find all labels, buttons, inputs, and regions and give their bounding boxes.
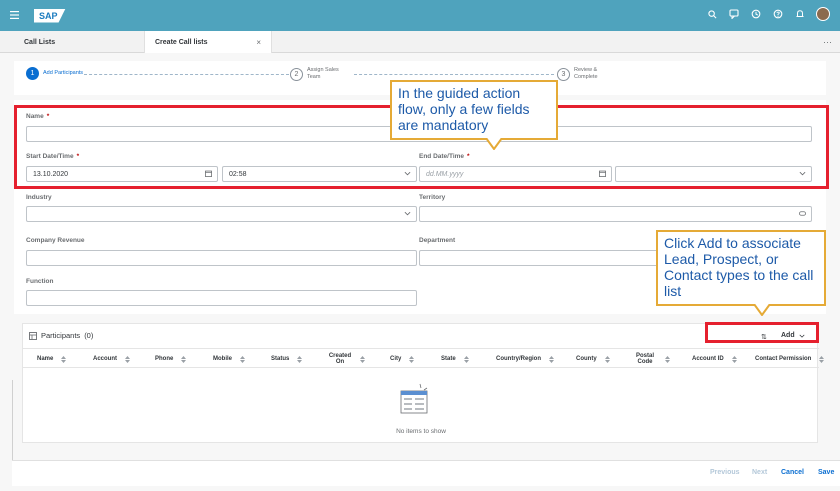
- notification-bell-icon[interactable]: [794, 8, 806, 20]
- callout-tail: [754, 304, 770, 316]
- sort-arrows-icon[interactable]: [360, 356, 365, 363]
- step-connector: [84, 74, 289, 75]
- column-header-county[interactable]: County: [576, 349, 597, 369]
- chevron-down-icon[interactable]: [404, 210, 411, 219]
- company-revenue-input[interactable]: [26, 250, 417, 266]
- previous-button[interactable]: Previous: [710, 469, 740, 476]
- user-avatar[interactable]: [816, 7, 830, 21]
- step-label: Add Participants: [43, 70, 84, 76]
- column-header-name[interactable]: Name: [37, 349, 53, 369]
- next-button[interactable]: Next: [752, 469, 767, 476]
- participants-icon: [29, 331, 37, 340]
- hamburger-menu-icon[interactable]: [10, 10, 26, 22]
- step-number: 2: [290, 67, 303, 81]
- territory-label: Territory: [419, 194, 446, 201]
- sort-arrows-icon[interactable]: [409, 356, 414, 363]
- page: SAP Call Lists Create Call lists × ··· 1…: [0, 0, 840, 491]
- shell-bar: SAP: [0, 0, 840, 31]
- close-icon[interactable]: ×: [256, 38, 261, 47]
- column-header-account-id[interactable]: Account ID: [692, 349, 724, 369]
- participants-count: (0): [84, 331, 94, 340]
- column-header-account[interactable]: Account: [93, 349, 117, 369]
- company-revenue-label: Company Revenue: [26, 237, 85, 244]
- no-items-text: No items to show: [396, 428, 446, 435]
- participants-panel: Participants (0) ⇅ Add Name Account Phon…: [22, 323, 824, 443]
- sort-arrows-icon[interactable]: [181, 356, 186, 363]
- value-help-icon[interactable]: [799, 210, 806, 219]
- sort-arrows-icon[interactable]: [549, 356, 554, 363]
- column-header-status[interactable]: Status: [271, 349, 289, 369]
- participants-header: Participants (0): [29, 331, 93, 340]
- industry-label: Industry: [26, 194, 52, 201]
- department-input[interactable]: [419, 250, 659, 266]
- chat-icon[interactable]: [728, 8, 740, 20]
- step-assign-sales-team[interactable]: 2 Assign Sales Team: [290, 67, 347, 81]
- column-header-state[interactable]: State: [441, 349, 456, 369]
- step-label: Assign Sales Team: [307, 67, 339, 80]
- step-connector: [354, 74, 554, 75]
- column-header-phone[interactable]: Phone: [155, 349, 173, 369]
- sort-arrows-icon[interactable]: [819, 356, 824, 363]
- callout-tail: [486, 138, 502, 150]
- empty-table-icon: [400, 383, 428, 414]
- step-add-participants[interactable]: 1 Add Participants: [26, 67, 103, 80]
- sort-arrows-icon[interactable]: [665, 356, 670, 363]
- function-input[interactable]: [26, 290, 417, 306]
- tab-label: Call Lists: [24, 38, 56, 46]
- more-options-icon[interactable]: ···: [823, 37, 832, 47]
- callout-text: Click Add to associate Lead, Prospect, o…: [664, 235, 814, 299]
- participants-table-header: Name Account Phone Mobile Status Created…: [23, 348, 824, 369]
- save-button[interactable]: Save: [818, 469, 834, 476]
- callout-text: In the guided action flow, only a few fi…: [398, 85, 530, 133]
- sort-arrows-icon[interactable]: [61, 356, 66, 363]
- mandatory-fields-callout: In the guided action flow, only a few fi…: [390, 80, 558, 150]
- step-review-complete[interactable]: 3 Review & Complete: [557, 67, 614, 81]
- column-header-created-on[interactable]: Created On: [328, 349, 352, 369]
- sort-arrows-icon[interactable]: [297, 356, 302, 363]
- territory-input[interactable]: [419, 206, 812, 222]
- department-label: Department: [419, 237, 456, 244]
- sort-arrows-icon[interactable]: [125, 356, 130, 363]
- step-number: 1: [26, 67, 39, 80]
- sort-arrows-icon[interactable]: [240, 356, 245, 363]
- industry-select[interactable]: [26, 206, 417, 222]
- sort-arrows-icon[interactable]: [464, 356, 469, 363]
- tab-call-lists[interactable]: Call Lists: [24, 31, 55, 53]
- tab-create-call-lists[interactable]: Create Call lists ×: [144, 31, 272, 53]
- column-header-country-region[interactable]: Country/Region: [496, 349, 541, 369]
- step-label: Review & Complete: [574, 67, 598, 80]
- shell-actions: [706, 7, 830, 21]
- participants-title: Participants: [41, 331, 81, 340]
- footer-bar: Previous Next Cancel Save: [12, 460, 840, 486]
- add-button-callout: Click Add to associate Lead, Prospect, o…: [656, 230, 826, 316]
- history-icon[interactable]: [750, 8, 762, 20]
- help-icon[interactable]: [772, 8, 784, 20]
- search-icon[interactable]: [706, 8, 718, 20]
- step-number: 3: [557, 67, 570, 81]
- tab-bar: Call Lists Create Call lists × ···: [0, 31, 840, 53]
- column-header-mobile[interactable]: Mobile: [213, 349, 232, 369]
- sort-arrows-icon[interactable]: [605, 356, 610, 363]
- function-label: Function: [26, 278, 54, 285]
- sap-logo: SAP: [34, 8, 66, 23]
- column-header-contact-permission[interactable]: Contact Permission: [755, 349, 811, 369]
- cancel-button[interactable]: Cancel: [781, 469, 804, 476]
- column-header-postal-code[interactable]: Postal Code: [633, 349, 657, 369]
- tab-label: Create Call lists: [155, 38, 208, 46]
- column-header-city[interactable]: City: [390, 349, 401, 369]
- sort-arrows-icon[interactable]: [732, 356, 737, 363]
- add-button-highlight: [705, 322, 819, 343]
